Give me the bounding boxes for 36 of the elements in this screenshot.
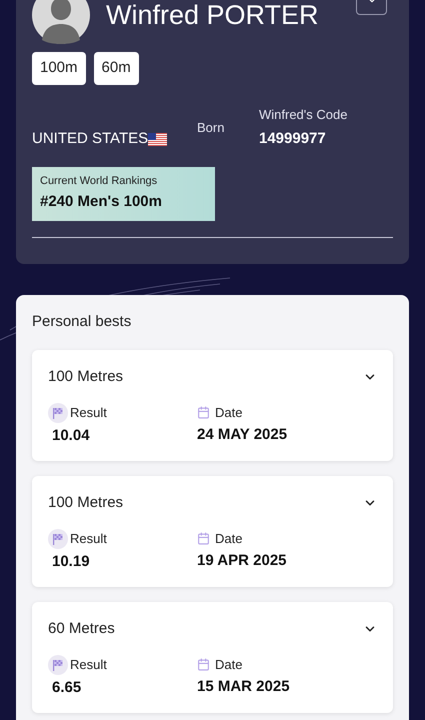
discipline-tag: 60m (94, 52, 139, 84)
athlete-code: 14999977 (259, 129, 327, 149)
result-value: 10.04 (52, 426, 91, 446)
result-value: 6.65 (52, 678, 82, 698)
discipline-tag: 100m (32, 52, 86, 84)
flag-icon (148, 132, 168, 146)
result-label: Result (70, 656, 107, 674)
born-label: Born (197, 118, 226, 137)
result-label: Result (70, 404, 107, 422)
event-name: 100 Metres (48, 367, 124, 387)
date-label: Date (215, 530, 242, 548)
country: UNITED STATES (32, 129, 148, 149)
athlete-name: Winfred PORTER (106, 0, 319, 32)
event-name: 60 Metres (48, 619, 115, 639)
ranking-label: Current World Rankings (40, 174, 158, 188)
avatar (32, 0, 90, 44)
ranking-value: #240 Men's 100m (40, 192, 163, 212)
result-card[interactable]: 100 Metres Result 10.19 Date 19 APR 2025 (32, 476, 393, 587)
event-name: 100 Metres (48, 493, 124, 513)
date-label: Date (215, 404, 242, 422)
result-value: 10.19 (52, 552, 91, 572)
date-value: 19 APR 2025 (197, 551, 287, 571)
code-label: Winfred's Code (259, 106, 348, 124)
date-value: 15 MAR 2025 (197, 677, 290, 697)
date-value: 24 MAY 2025 (197, 425, 288, 445)
calendar-icon (197, 406, 210, 419)
result-card[interactable]: 60 Metres Result 6.65 Date 15 MAR 2025 (32, 602, 393, 713)
result-card[interactable]: 100 Metres Result 10.04 Date 24 MAY 2025 (32, 350, 393, 461)
section-title: Personal bests (32, 312, 132, 332)
calendar-icon (197, 658, 210, 671)
calendar-icon (197, 532, 210, 545)
flag-icon (48, 402, 68, 422)
date-label: Date (215, 656, 242, 674)
flag-icon (48, 528, 68, 548)
flag-icon (48, 654, 68, 674)
result-label: Result (70, 530, 107, 548)
